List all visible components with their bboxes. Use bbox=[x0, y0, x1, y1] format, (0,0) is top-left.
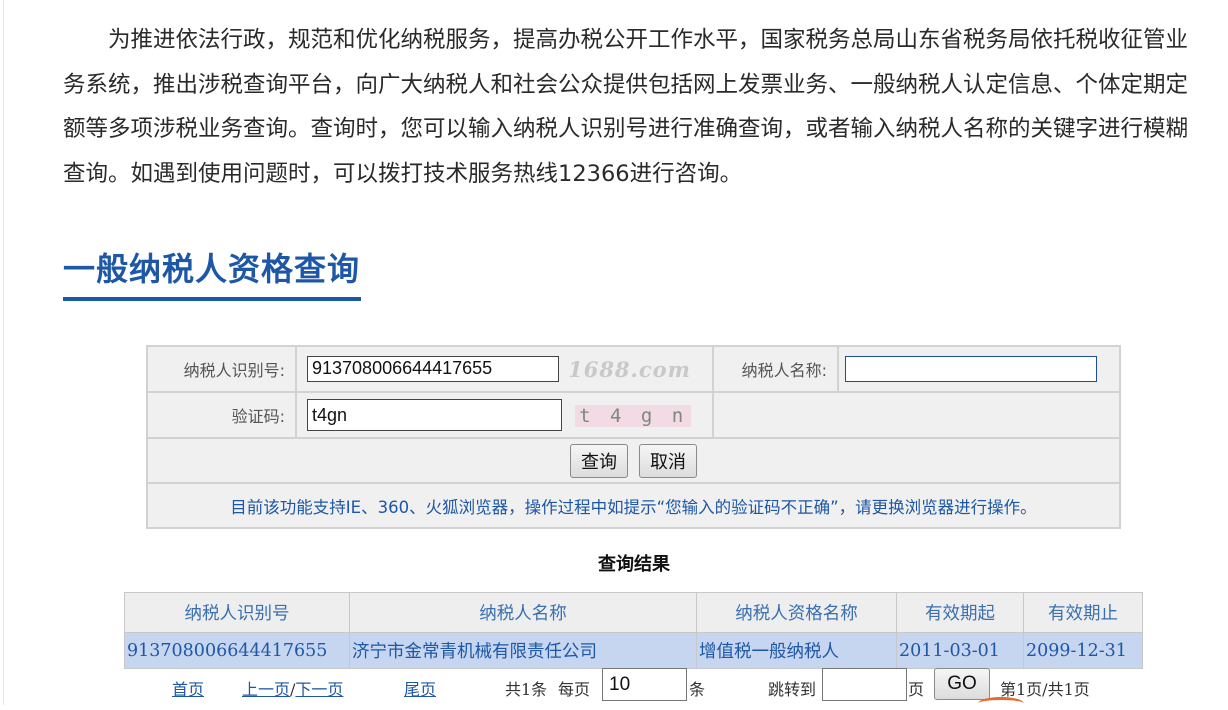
browser-notice: 目前该功能支持IE、360、火狐浏览器，操作过程中如提示“您输入的验证码不正确”… bbox=[146, 482, 1121, 529]
query-button[interactable]: 查询 bbox=[569, 443, 628, 478]
jump-page-input[interactable] bbox=[822, 668, 907, 701]
query-form: 纳税人识别号: 1688.com 纳税人名称: 验证码: t 4 g n 查询 … bbox=[146, 345, 1121, 529]
button-row: 查询 取消 bbox=[146, 437, 1121, 484]
decorative-swoosh bbox=[978, 697, 1024, 710]
results-title: 查询结果 bbox=[598, 554, 670, 575]
watermark-text: 1688.com bbox=[568, 357, 691, 383]
captcha-cell: t 4 g n bbox=[295, 391, 714, 439]
cell-name: 济宁市金常青机械有限责任公司 bbox=[349, 632, 697, 669]
intro-paragraph: 为推进依法行政，规范和优化纳税服务，提高办税公开工作水平，国家税务总局山东省税务… bbox=[63, 27, 1189, 187]
cell-taxid: 913708006644417655 bbox=[124, 632, 350, 669]
captcha-label: 验证码: bbox=[146, 391, 297, 439]
section-title-underline bbox=[63, 297, 361, 301]
col-header-name: 纳税人名称 bbox=[349, 592, 697, 633]
taxid-label: 纳税人识别号: bbox=[146, 345, 297, 393]
empty-cell bbox=[712, 391, 1121, 439]
page-left-border bbox=[3, 0, 4, 705]
go-button[interactable]: GO bbox=[934, 668, 990, 700]
col-header-valid-from: 有效期起 bbox=[896, 592, 1024, 633]
taxid-cell: 1688.com bbox=[295, 345, 714, 393]
table-row[interactable]: 913708006644417655 济宁市金常青机械有限责任公司 增值税一般纳… bbox=[124, 632, 1143, 669]
results-table: 纳税人识别号 纳税人名称 纳税人资格名称 有效期起 有效期止 913708006… bbox=[124, 592, 1143, 669]
pagination-bar: 首页 上一页/下一页 尾页 共1条 每页 条 跳转到 页 GO 第1页/共1页 bbox=[0, 668, 1228, 702]
per-page-unit: 条 bbox=[689, 680, 706, 699]
next-page-link[interactable]: 下一页 bbox=[295, 680, 343, 699]
col-header-valid-to: 有效期止 bbox=[1023, 592, 1143, 633]
cell-valid-from: 2011-03-01 bbox=[896, 632, 1024, 669]
total-count: 共1条 bbox=[505, 680, 548, 699]
cell-qualification: 增值税一般纳税人 bbox=[696, 632, 897, 669]
results-header-row: 纳税人识别号 纳税人名称 纳税人资格名称 有效期起 有效期止 bbox=[124, 592, 1143, 633]
per-page-label: 每页 bbox=[558, 680, 591, 699]
captcha-input[interactable] bbox=[307, 399, 562, 431]
col-header-qualification: 纳税人资格名称 bbox=[696, 592, 897, 633]
page-unit: 页 bbox=[908, 680, 925, 699]
taxpayer-name-cell bbox=[837, 345, 1121, 393]
taxid-input[interactable] bbox=[307, 355, 559, 382]
last-page-link[interactable]: 尾页 bbox=[404, 680, 436, 699]
per-page-input[interactable] bbox=[602, 668, 687, 701]
taxpayer-name-label: 纳税人名称: bbox=[712, 345, 839, 393]
cell-valid-to: 2099-12-31 bbox=[1023, 632, 1143, 669]
captcha-image[interactable]: t 4 g n bbox=[575, 405, 692, 427]
jump-label: 跳转到 bbox=[768, 680, 817, 699]
prev-page-link[interactable]: 上一页 bbox=[242, 680, 290, 699]
taxpayer-name-input[interactable] bbox=[845, 356, 1097, 382]
section-title: 一般纳税人资格查询 bbox=[63, 250, 361, 288]
page-info: 第1页/共1页 bbox=[1000, 680, 1090, 699]
first-page-link[interactable]: 首页 bbox=[172, 680, 204, 699]
cancel-button[interactable]: 取消 bbox=[639, 443, 698, 478]
col-header-taxid: 纳税人识别号 bbox=[124, 592, 350, 633]
